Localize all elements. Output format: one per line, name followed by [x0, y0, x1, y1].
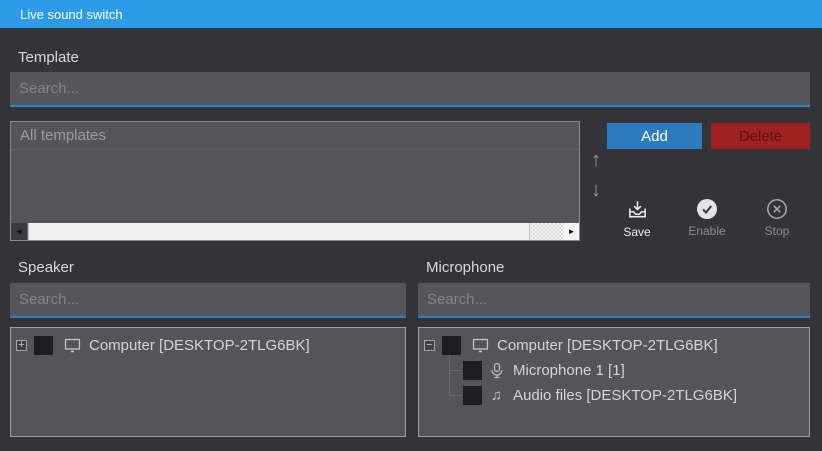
microphone-1-checkbox[interactable]: [463, 360, 482, 380]
delete-button[interactable]: Delete: [711, 123, 810, 149]
scrollbar-thumb[interactable]: [28, 223, 530, 240]
scrollbar-right-arrow-icon[interactable]: ►: [564, 223, 579, 240]
monitor-icon: [64, 337, 81, 354]
collapse-icon[interactable]: −: [424, 339, 435, 351]
scrollbar-left-arrow-icon[interactable]: ◄: [11, 223, 28, 240]
tree-item-label: Microphone 1 [1]: [513, 361, 625, 379]
live-sound-switch-window: { "window": { "title": "Live sound switc…: [0, 0, 822, 451]
speaker-search-input[interactable]: [10, 283, 406, 318]
window-title: Live sound switch: [20, 6, 123, 22]
tree-row-computer[interactable]: − Computer [DESKTOP-2TLG6BK]: [424, 335, 718, 355]
music-note-icon: ♫: [490, 386, 503, 404]
enable-button[interactable]: Enable: [683, 198, 731, 238]
titlebar[interactable]: Live sound switch: [0, 0, 822, 28]
tree-connector-branch: [449, 370, 462, 371]
audio-files-checkbox[interactable]: [463, 385, 482, 405]
stop-button[interactable]: Stop: [753, 198, 801, 238]
computer-checkbox[interactable]: [34, 335, 53, 355]
template-search-input[interactable]: [10, 72, 810, 107]
template-list[interactable]: All templates ◄ ►: [10, 121, 580, 241]
tree-connector-branch: [449, 395, 462, 396]
speaker-tree[interactable]: + Computer [DESKTOP-2TLG6BK]: [10, 327, 406, 437]
enable-label: Enable: [688, 224, 726, 238]
microphone-tree[interactable]: − Computer [DESKTOP-2TLG6BK] Microphone …: [418, 327, 810, 437]
monitor-icon: [472, 337, 489, 354]
save-label: Save: [623, 225, 651, 239]
move-up-icon[interactable]: ↑: [584, 150, 608, 170]
tree-row-audio-files[interactable]: ♫ Audio files [DESKTOP-2TLG6BK]: [463, 385, 737, 405]
enable-check-icon: [696, 198, 718, 220]
computer-checkbox[interactable]: [442, 335, 461, 355]
stop-x-icon: [766, 198, 788, 220]
scrollbar-track[interactable]: [530, 223, 564, 240]
stop-label: Stop: [764, 224, 790, 238]
move-down-icon[interactable]: ↓: [584, 180, 608, 200]
microphone-section-label: Microphone: [426, 259, 505, 276]
template-list-header: All templates: [11, 122, 579, 150]
tree-row-computer[interactable]: + Computer [DESKTOP-2TLG6BK]: [16, 335, 310, 355]
microphone-icon: [488, 362, 505, 379]
save-button[interactable]: Save: [613, 198, 661, 239]
save-icon: [626, 198, 649, 221]
microphone-search-input[interactable]: [418, 283, 810, 318]
add-button[interactable]: Add: [607, 123, 702, 149]
speaker-section-label: Speaker: [18, 259, 74, 276]
tree-connector-vertical: [449, 356, 450, 395]
tree-row-microphone-1[interactable]: Microphone 1 [1]: [463, 360, 625, 380]
tree-item-label: Audio files [DESKTOP-2TLG6BK]: [513, 386, 737, 404]
tree-item-label: Computer [DESKTOP-2TLG6BK]: [497, 336, 718, 354]
template-section-label: Template: [18, 49, 79, 66]
horizontal-scrollbar[interactable]: ◄ ►: [11, 223, 579, 240]
expand-icon[interactable]: +: [16, 339, 27, 351]
tree-item-label: Computer [DESKTOP-2TLG6BK]: [89, 336, 310, 354]
